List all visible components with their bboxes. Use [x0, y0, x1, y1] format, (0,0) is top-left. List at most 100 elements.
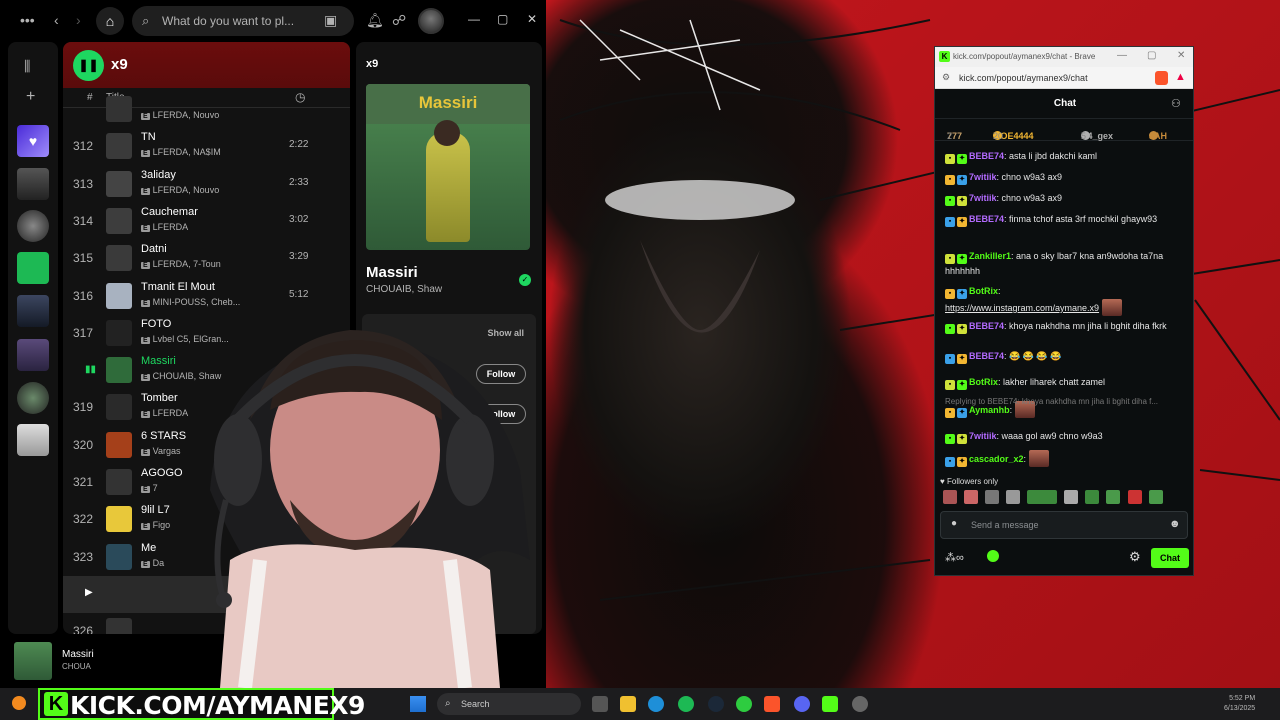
library-item-thumb[interactable] — [17, 252, 49, 284]
discord-icon[interactable] — [794, 696, 810, 712]
close-icon[interactable]: ✕ — [527, 12, 537, 26]
browse-icon[interactable]: ▣ — [324, 12, 337, 29]
taskbar-search[interactable]: ⌕ Search — [437, 693, 581, 715]
now-playing-artist[interactable]: CHOUAIB, Shaw — [366, 284, 442, 295]
track-row[interactable]: 313 3aliday E LFERDA, Nouvo 2:33 — [63, 166, 350, 203]
chat-message-input[interactable]: ● Send a message ☻ — [940, 511, 1188, 539]
chat-message[interactable]: ▪ ✦ BEBE74: 😂 😂 😂 😂 — [945, 349, 1185, 364]
track-row[interactable]: 314 Cauchemar E LFERDA 3:02 — [63, 203, 350, 240]
kick-icon[interactable] — [822, 696, 838, 712]
brave-shield-icon[interactable] — [1155, 71, 1168, 85]
brave-rewards-icon[interactable]: ▲ — [1175, 71, 1186, 83]
play-icon[interactable]: ▶ — [85, 587, 93, 598]
now-playing-song[interactable]: Massiri — [366, 264, 418, 281]
emote[interactable] — [1027, 490, 1058, 504]
profile-avatar[interactable] — [418, 8, 444, 34]
chat-message[interactable]: ▪ ✦ BEBE74: asta li jbd dakchi kaml — [945, 149, 1185, 164]
close-icon[interactable]: ✕ — [1177, 50, 1185, 61]
chat-username[interactable]: BotRix — [969, 377, 998, 387]
track-row[interactable]: 315 Datni E LFERDA, 7-Toun 3:29 — [63, 240, 350, 277]
emoji-icon[interactable]: ☻ — [1169, 518, 1181, 530]
added-check-icon[interactable]: ✓ — [519, 274, 531, 286]
maximize-icon[interactable]: ▢ — [497, 12, 508, 26]
chat-message[interactable]: ▪ ✦ Zankiller1: ana o sky lbar7 kna an9wdo… — [945, 249, 1185, 278]
emote[interactable] — [943, 490, 957, 504]
maximize-icon[interactable]: ▢ — [1147, 50, 1156, 61]
chat-message[interactable]: ▪ ✦ 7witiik: waaa gol aw9 chno w9a3 — [945, 429, 1185, 444]
pause-button[interactable]: ❚❚ — [73, 50, 104, 81]
emote[interactable] — [1148, 490, 1163, 504]
player-song[interactable]: Massiri — [62, 649, 94, 660]
emote[interactable] — [1006, 490, 1021, 504]
home-button[interactable]: ⌂ — [96, 7, 124, 35]
library-icon[interactable]: ⫼ — [24, 58, 30, 75]
edge-icon[interactable] — [648, 696, 664, 712]
kick-points-icon[interactable] — [987, 550, 999, 562]
friends-icon[interactable]: ☍ — [392, 12, 406, 29]
chat-username[interactable]: cascador_x2 — [969, 454, 1024, 464]
chat-username[interactable]: Aymanhb — [969, 405, 1010, 415]
steam-icon[interactable] — [708, 696, 724, 712]
address-url[interactable]: kick.com/popout/aymanex9/chat — [959, 73, 1088, 83]
back-icon[interactable]: ‹ — [54, 12, 59, 28]
file-explorer-icon[interactable] — [620, 696, 636, 712]
forward-icon[interactable]: › — [76, 12, 81, 28]
plus-icon[interactable]: + — [26, 88, 35, 106]
chat-username[interactable]: BEBE74 — [969, 151, 1004, 161]
track-title[interactable]: TN — [141, 131, 156, 143]
chat-username[interactable]: 7witiik — [969, 193, 997, 203]
library-item-thumb[interactable] — [17, 424, 49, 456]
artist-thumb[interactable] — [17, 382, 49, 414]
chat-message[interactable]: ▪ ✦ BEBE74: finma tchof asta 3rf mochkil g… — [945, 212, 1185, 227]
chat-username[interactable]: 7witiik — [969, 431, 997, 441]
chat-username[interactable]: BEBE74 — [969, 321, 1004, 331]
chat-username[interactable]: 7witiik — [969, 172, 997, 182]
emote[interactable] — [1064, 490, 1079, 504]
taskbar-clock[interactable]: 5:52 PM 6/13/2025 — [1224, 694, 1255, 714]
library-item-thumb[interactable] — [17, 168, 49, 200]
chat-message[interactable]: ▪ ✦ BEBE74: khoya nakhdha mn jiha li bghit… — [945, 319, 1185, 334]
library-item-thumb[interactable] — [17, 295, 49, 327]
start-icon[interactable] — [410, 696, 426, 712]
minimize-icon[interactable]: — — [468, 12, 480, 26]
send-chat-button[interactable]: Chat — [1151, 548, 1189, 568]
emote[interactable] — [1106, 490, 1121, 504]
bell-icon[interactable]: 🔔︎ — [366, 12, 384, 29]
track-row[interactable]: E LFERDA, Nouvo — [63, 91, 350, 128]
emote[interactable] — [1127, 490, 1142, 504]
chat-message[interactable]: ▪ ✦ BotRix: https://www.instagram.com/ayman… — [945, 284, 1185, 316]
emote[interactable] — [985, 490, 1000, 504]
brave-icon[interactable] — [764, 696, 780, 712]
track-title[interactable]: Datni — [141, 243, 167, 255]
artist-thumb[interactable] — [17, 210, 49, 242]
player-cover[interactable] — [14, 642, 52, 680]
chat-users-icon[interactable]: ⚇ — [1171, 97, 1181, 110]
emote[interactable] — [964, 490, 979, 504]
chat-username[interactable]: BEBE74 — [969, 214, 1004, 224]
address-bar[interactable]: ⚙ kick.com/popout/aymanex9/chat ▲ — [935, 67, 1193, 89]
track-title[interactable]: 3aliday — [141, 169, 176, 181]
track-artist[interactable]: E LFERDA, NA$IM — [141, 147, 221, 158]
app-icon[interactable] — [736, 696, 752, 712]
gear-icon[interactable]: ⚙ — [1129, 549, 1141, 565]
more-icon[interactable]: ••• — [20, 12, 35, 28]
chat-username[interactable]: BEBE74 — [969, 351, 1004, 361]
track-title[interactable]: Tmanit El Mout — [141, 281, 215, 293]
player-artist[interactable]: CHOUA — [62, 662, 91, 671]
library-item-thumb[interactable] — [17, 339, 49, 371]
track-artist[interactable]: E LFERDA — [141, 222, 188, 232]
track-title[interactable]: Cauchemar — [141, 206, 198, 218]
track-artist[interactable]: E LFERDA, Nouvo — [141, 185, 219, 195]
track-artist[interactable]: E LFERDA, 7-Toun — [141, 259, 221, 270]
chat-message[interactable]: ▪ ✦ 7witiik: chno w9a3 ax9 — [945, 170, 1185, 185]
chat-mode-icon[interactable]: ● — [951, 518, 957, 529]
spotify-icon[interactable] — [678, 696, 694, 712]
track-row[interactable]: 312 TN E LFERDA, NA$IM 2:22 — [63, 128, 350, 165]
track-artist[interactable]: E LFERDA, Nouvo — [141, 110, 219, 120]
obs-icon[interactable] — [852, 696, 868, 712]
chat-message[interactable]: ▪ ✦ BotRix: lakher liharek chatt zamel — [945, 375, 1185, 390]
chat-username[interactable]: BotRix — [969, 286, 998, 296]
liked-songs-thumb[interactable]: ♥ — [17, 125, 49, 157]
points-icon[interactable]: ⁂∞ — [945, 551, 964, 564]
spotify-search-input[interactable]: ⌕ What do you want to pl... — [132, 6, 354, 36]
